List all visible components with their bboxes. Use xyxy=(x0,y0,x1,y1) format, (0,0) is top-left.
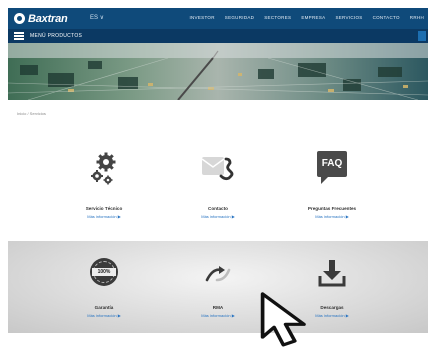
service-tile-warranty[interactable]: 100% Garantía Más información ▶ xyxy=(44,258,164,330)
service-title: Contacto xyxy=(208,206,228,211)
warranty-badge-icon: 100% xyxy=(90,258,118,286)
service-more-info-link[interactable]: Más información ▶ xyxy=(44,214,164,219)
nav-item-rrhh[interactable]: RRHH xyxy=(410,15,424,20)
brand-logo[interactable]: Baxtran xyxy=(14,12,68,25)
service-title: Servicio Técnico xyxy=(85,206,123,211)
service-more-info-link[interactable]: Más información ▶ xyxy=(158,214,278,219)
language-selector[interactable]: ES ∨ xyxy=(90,14,104,21)
service-more-info-link[interactable]: Más información ▶ xyxy=(44,313,164,318)
faq-icon: FAQ xyxy=(317,151,347,185)
nav-item-sectores[interactable]: SECTORES xyxy=(264,15,291,20)
breadcrumb[interactable]: Inicio / Servicios xyxy=(17,111,46,116)
brand-name: Baxtran xyxy=(28,12,68,25)
nav-item-seguridad[interactable]: SEGURIDAD xyxy=(225,15,254,20)
page: Baxtran ES ∨ INVESTOR SEGURIDAD SECTORES… xyxy=(8,8,428,333)
service-tile-faq[interactable]: FAQ Preguntas Frecuentes Más información… xyxy=(272,151,392,223)
hamburger-menu-icon[interactable] xyxy=(14,32,24,40)
products-menu-label[interactable]: MENÚ PRODUCTOS xyxy=(30,33,82,39)
rma-return-icon xyxy=(205,266,231,282)
service-tile-contact[interactable]: Contacto Más información ▶ xyxy=(158,151,278,223)
nav-item-servicios[interactable]: SERVICIOS xyxy=(335,15,362,20)
products-menu-bar: MENÚ PRODUCTOS xyxy=(8,29,428,43)
nav-item-empresa[interactable]: EMPRESA xyxy=(301,15,325,20)
service-more-info-link[interactable]: Más información ▶ xyxy=(272,214,392,219)
hero-banner-image xyxy=(8,43,428,100)
logo-icon xyxy=(14,13,25,24)
warranty-badge-text: 100% xyxy=(97,269,111,275)
nav-item-contacto[interactable]: CONTACTO xyxy=(373,15,400,20)
faq-icon-text: FAQ xyxy=(321,158,343,169)
service-title: Garantía xyxy=(94,305,114,310)
service-tile-tech-support[interactable]: Servicio Técnico Más información ▶ xyxy=(44,151,164,223)
download-icon xyxy=(318,260,346,287)
mouse-pointer-icon xyxy=(260,292,306,347)
top-navigation-bar: Baxtran ES ∨ INVESTOR SEGURIDAD SECTORES… xyxy=(8,8,428,29)
service-title: Preguntas Frecuentes xyxy=(307,206,357,211)
gears-icon xyxy=(91,152,116,185)
nav-item-investor[interactable]: INVESTOR xyxy=(189,15,214,20)
main-menu: INVESTOR SEGURIDAD SECTORES EMPRESA SERV… xyxy=(189,15,424,20)
contact-icon xyxy=(201,157,234,181)
search-toggle[interactable] xyxy=(418,31,426,41)
